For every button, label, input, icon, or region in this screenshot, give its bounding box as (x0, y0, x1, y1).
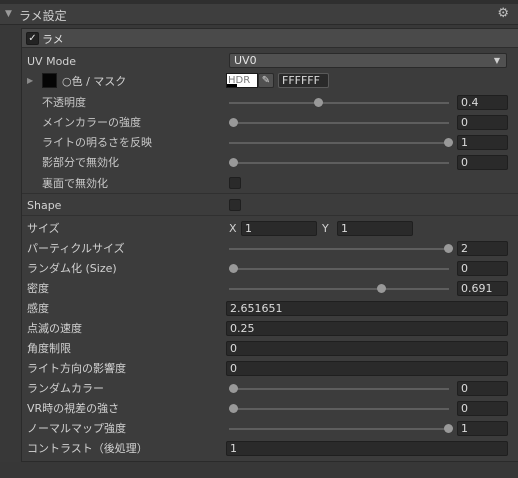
bottom-strip (0, 462, 518, 478)
opacity-slider-handle[interactable] (314, 98, 323, 107)
contrast-label: コントラスト（後処理） (27, 442, 148, 455)
enable-lame-checkbox[interactable]: ✓ (26, 32, 39, 45)
light-brightness-slider-track[interactable] (229, 142, 449, 144)
size-label: サイズ (27, 222, 60, 235)
sensitivity-input[interactable]: 2.651651 (226, 301, 508, 316)
main-color-strength-slider-handle[interactable] (229, 118, 238, 127)
collapse-triangle-icon[interactable]: ▼ (5, 9, 12, 19)
randomize-size-slider-track[interactable] (229, 268, 449, 270)
mask-texture-swatch[interactable] (42, 73, 57, 88)
contrast-input[interactable]: 1 (226, 441, 508, 456)
particle-size-slider-handle[interactable] (444, 244, 453, 253)
uv-mode-label: UV Mode (27, 55, 77, 68)
panel-header: ✓ ラメ (22, 29, 518, 48)
main-color-strength-slider-track[interactable] (229, 122, 449, 124)
light-brightness-value[interactable]: 1 (457, 135, 508, 150)
chevron-down-icon: ▼ (493, 56, 500, 65)
uv-mode-dropdown[interactable]: UV0 ▼ (229, 53, 507, 68)
size-x-input[interactable]: 1 (241, 221, 317, 236)
foldout-triangle-icon[interactable]: ▶ (27, 76, 33, 85)
blink-speed-label: 点滅の速度 (27, 322, 82, 335)
random-color-value[interactable]: 0 (457, 381, 508, 396)
light-brightness-label: ライトの明るさを反映 (42, 136, 152, 149)
shadow-disable-label: 影部分で無効化 (42, 156, 119, 169)
random-color-label: ランダムカラー (27, 382, 104, 395)
blink-speed-input[interactable]: 0.25 (226, 321, 508, 336)
opacity-label: 不透明度 (42, 96, 86, 109)
section-title: ラメ設定 (19, 9, 67, 23)
density-label: 密度 (27, 282, 49, 295)
shadow-disable-value[interactable]: 0 (457, 155, 508, 170)
light-direction-label: ライト方向の影響度 (27, 362, 126, 375)
angle-limit-input[interactable]: 0 (226, 341, 508, 356)
density-value[interactable]: 0.691 (457, 281, 508, 296)
opacity-slider-track[interactable] (229, 102, 449, 104)
particle-size-slider-track[interactable] (229, 248, 449, 250)
color-field[interactable]: HDR (226, 73, 258, 88)
section-header-lame-settings[interactable]: ▼ ラメ設定 ⚙ (0, 4, 518, 25)
size-y-input[interactable]: 1 (337, 221, 413, 236)
size-y-label: Y (322, 222, 329, 235)
shadow-disable-slider-handle[interactable] (229, 158, 238, 167)
separator (22, 193, 518, 194)
particle-size-label: パーティクルサイズ (27, 242, 125, 255)
angle-limit-label: 角度制限 (27, 342, 71, 355)
normal-map-strength-value[interactable]: 1 (457, 421, 508, 436)
randomize-size-value[interactable]: 0 (457, 261, 508, 276)
shape-label: Shape (27, 199, 62, 212)
color-mask-label: ○色 / マスク (62, 75, 127, 88)
backface-disable-checkbox[interactable] (229, 177, 241, 189)
uv-mode-value: UV0 (234, 54, 257, 67)
density-slider-track[interactable] (229, 288, 449, 290)
size-x-label: X (229, 222, 237, 235)
color-alpha-bar (227, 84, 237, 87)
normal-map-strength-slider-track[interactable] (229, 428, 449, 430)
vr-parallax-slider-handle[interactable] (229, 404, 238, 413)
shadow-disable-slider-track[interactable] (229, 162, 449, 164)
vr-parallax-label: VR時の視差の強さ (27, 402, 120, 415)
separator (22, 215, 518, 216)
lame-panel: ✓ ラメ UV Mode UV0 ▼ ▶ ○色 / マスク HDR ✎ FFFF… (21, 28, 518, 462)
randomize-size-label: ランダム化 (Size) (27, 262, 117, 275)
sensitivity-label: 感度 (27, 302, 49, 315)
density-slider-handle[interactable] (377, 284, 386, 293)
vr-parallax-value[interactable]: 0 (457, 401, 508, 416)
randomize-size-slider-handle[interactable] (229, 264, 238, 273)
backface-disable-label: 裏面で無効化 (42, 177, 108, 190)
main-color-strength-value[interactable]: 0 (457, 115, 508, 130)
vr-parallax-slider-track[interactable] (229, 408, 449, 410)
light-brightness-slider-handle[interactable] (444, 138, 453, 147)
panel-title: ラメ (42, 33, 64, 46)
opacity-value[interactable]: 0.4 (457, 95, 508, 110)
normal-map-strength-slider-handle[interactable] (444, 424, 453, 433)
random-color-slider-handle[interactable] (229, 384, 238, 393)
light-direction-input[interactable]: 0 (226, 361, 508, 376)
random-color-slider-track[interactable] (229, 388, 449, 390)
shape-checkbox[interactable] (229, 199, 241, 211)
gear-icon[interactable]: ⚙ (497, 6, 509, 21)
eyedropper-icon[interactable]: ✎ (258, 73, 274, 88)
hex-color-input[interactable]: FFFFFF (278, 73, 329, 88)
main-color-strength-label: メインカラーの強度 (42, 116, 141, 129)
normal-map-strength-label: ノーマルマップ強度 (27, 422, 126, 435)
particle-size-value[interactable]: 2 (457, 241, 508, 256)
